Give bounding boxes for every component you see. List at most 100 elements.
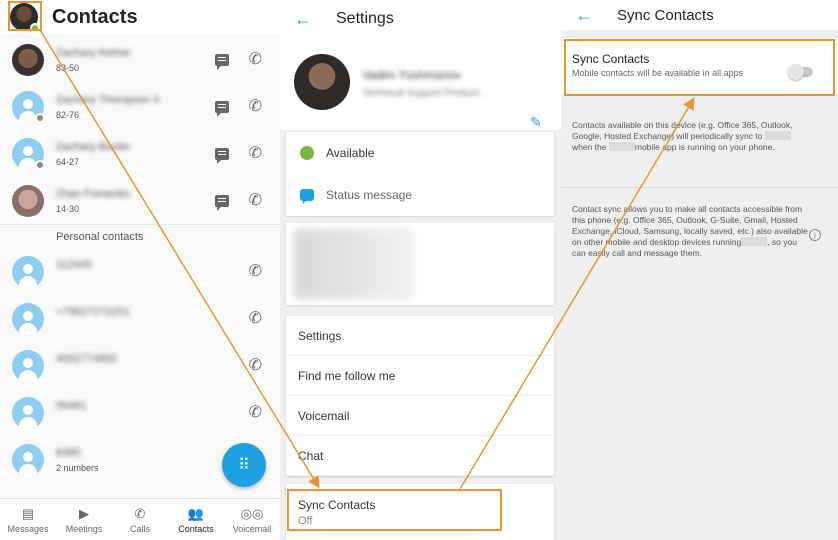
redacted-text [608, 142, 635, 151]
contact-row[interactable]: +79627272251 ✆ [0, 295, 280, 342]
profile-avatar [294, 54, 350, 110]
settings-header: ← Settings [280, 0, 561, 38]
redacted-block [294, 229, 414, 299]
info-text: mobile app is running on your phone. [634, 142, 775, 152]
edit-pencil-icon[interactable]: ✎ [530, 114, 542, 131]
contacts-screen: Contacts Zachary Ketner 83-50 ✆ Zachary T… [0, 0, 280, 540]
menu-item-find-me[interactable]: Find me follow me [286, 356, 554, 396]
profile-name: Vadim Yushmanov [362, 68, 461, 82]
highlight-box-avatar [8, 1, 42, 31]
nav-voicemail[interactable]: ◎◎ Voicemail [224, 499, 280, 540]
page-title: Sync Contacts [617, 6, 714, 24]
contact-extension: 82-76 [56, 109, 80, 120]
chat-icon[interactable] [214, 194, 229, 211]
contact-avatar [12, 255, 44, 288]
redacted-text [764, 131, 791, 140]
contact-name: +79627272251 [56, 305, 130, 318]
phone-icon[interactable]: ✆ [249, 98, 262, 115]
highlight-box-sync-item [287, 489, 502, 531]
nav-contacts[interactable]: 👥 Contacts [168, 499, 224, 540]
status-available-row[interactable]: Available [286, 132, 554, 174]
contact-row[interactable]: Zachary Ketner 83-50 ✆ [0, 36, 280, 83]
contact-extension: 64-27 [56, 156, 80, 167]
divider [561, 187, 838, 188]
phone-icon[interactable]: ✆ [249, 145, 262, 162]
nav-messages[interactable]: ▤ Messages [0, 499, 56, 540]
contact-name: Zachary Thompson II [56, 93, 160, 106]
status-label: Available [326, 146, 375, 160]
chat-icon[interactable] [214, 53, 229, 70]
profile-role: Technical Support Product... [362, 88, 488, 99]
phone-icon[interactable]: ✆ [249, 51, 262, 68]
contact-avatar [12, 443, 44, 476]
section-header: Personal contacts [0, 224, 280, 248]
menu-item-chat[interactable]: Chat [286, 436, 554, 476]
info-text: Contacts available on this device (e.g. … [572, 120, 793, 141]
contact-numbers-count: 2 numbers [56, 462, 99, 473]
nav-label: Contacts [178, 523, 214, 534]
dialpad-button[interactable]: ⠿ [222, 443, 266, 487]
dialpad-icon: ⠿ [238, 457, 250, 474]
page-title: Settings [336, 10, 394, 27]
contact-name: Zachary Ketner [56, 46, 132, 59]
page-title: Contacts [52, 5, 138, 28]
nav-label: Meetings [65, 523, 103, 534]
contact-extension: 83-50 [56, 62, 80, 73]
contact-name: 56481 [56, 399, 87, 412]
nav-label: Calls [129, 523, 150, 534]
contact-row[interactable]: Zachary Baxter 64-27 ✆ [0, 130, 280, 177]
contact-avatar [12, 396, 44, 429]
contacts-icon: 👥 [187, 505, 205, 521]
contact-sub [56, 369, 249, 379]
chat-icon[interactable] [214, 100, 229, 117]
contact-avatar [12, 43, 44, 76]
contact-name: 112445 [56, 258, 92, 271]
contact-name: Zhan Fomenko [56, 187, 130, 200]
phone-icon[interactable]: ✆ [249, 404, 262, 421]
contact-row[interactable]: 112445 ✆ [0, 248, 280, 295]
messages-icon: ▤ [21, 505, 35, 521]
contact-sub [56, 416, 249, 426]
chat-icon[interactable] [214, 147, 229, 164]
phone-icon[interactable]: ✆ [249, 192, 262, 209]
available-dot-icon [300, 146, 314, 160]
status-message-row[interactable]: Status message [286, 174, 554, 216]
contact-avatar [12, 184, 44, 217]
nav-label: Messages [7, 523, 49, 534]
profile-card: Vadim Yushmanov Technical Support Produc… [280, 38, 561, 130]
redacted-card [286, 223, 554, 305]
contact-avatar [12, 302, 44, 335]
contact-row[interactable]: 4002774892 ✆ [0, 342, 280, 389]
info-icon[interactable]: i [809, 229, 821, 241]
sync-header: ← Sync Contacts [561, 0, 838, 30]
contact-row[interactable]: Zachary Thompson II 82-76 ✆ [0, 83, 280, 130]
contacts-list: Zachary Ketner 83-50 ✆ Zachary Thompson I… [0, 36, 280, 483]
status-card: Available Status message [286, 132, 554, 216]
nav-meetings[interactable]: ▶ Meetings [56, 499, 112, 540]
menu-item-settings[interactable]: Settings [286, 316, 554, 356]
bottom-navigation: ▤ Messages ▶ Meetings ✆ Calls 👥 Contacts ◎◎ V… [0, 498, 280, 540]
voicemail-icon: ◎◎ [240, 505, 264, 521]
sync-description-text: Contact sync allows you to make all cont… [572, 204, 812, 259]
phone-icon[interactable]: ✆ [249, 263, 262, 280]
phone-icon[interactable]: ✆ [249, 310, 262, 327]
settings-menu: Settings Find me follow me Voicemail Cha… [286, 316, 554, 476]
calls-icon: ✆ [134, 505, 146, 521]
back-arrow-icon[interactable]: ← [294, 10, 312, 28]
contact-sub [56, 322, 249, 332]
status-message-label: Status message [326, 188, 413, 202]
contact-name: 4002774892 [56, 352, 118, 365]
contact-sub [56, 275, 249, 285]
meetings-icon: ▶ [79, 505, 89, 521]
back-arrow-icon[interactable]: ← [575, 6, 593, 24]
nav-calls[interactable]: ✆ Calls [112, 499, 168, 540]
nav-label: Voicemail [232, 523, 272, 534]
sync-info-text: Contacts available on this device (e.g. … [572, 120, 812, 153]
screenshot-root: Contacts Zachary Ketner 83-50 ✆ Zachary T… [0, 0, 838, 540]
menu-item-voicemail[interactable]: Voicemail [286, 396, 554, 436]
contact-row[interactable]: 56481 ✆ [0, 389, 280, 436]
highlight-box-sync-toggle [564, 39, 835, 96]
contact-row[interactable]: Zhan Fomenko 14-30 ✆ [0, 177, 280, 224]
settings-screen: ← Settings Vadim Yushmanov Technical Sup… [280, 0, 561, 540]
phone-icon[interactable]: ✆ [249, 357, 262, 374]
